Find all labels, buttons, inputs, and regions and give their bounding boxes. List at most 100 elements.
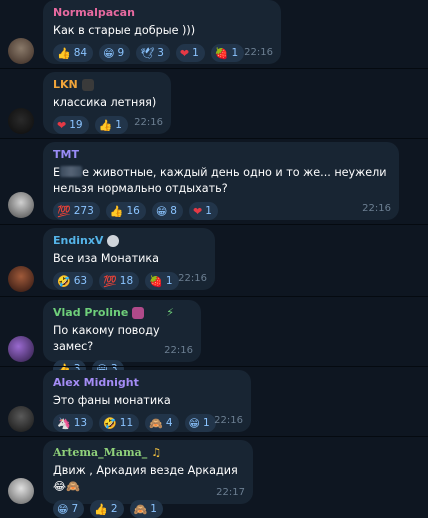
rofl-icon: 🤣 [57,274,71,288]
hundred-icon: 💯 [57,204,71,218]
emoji-status-icon [132,307,145,319]
reaction-thumbs-up[interactable]: 👍 2 [90,500,124,518]
message-bubble[interactable]: Artema_Mama_ ♫ Движ , Аркадия везде Аркад… [43,440,253,518]
reaction-thumbs-up[interactable]: 👍 84 [53,44,94,62]
message-text: классика летняя) [53,96,157,109]
sender-name-text: Vlad Proline [53,306,129,319]
reaction-grin[interactable]: 😁 1 [184,414,216,432]
sender-name[interactable]: EndinxV [53,234,205,248]
reactions-bar: 😁 7 👍 2 🙈 1 [53,500,243,518]
premium-badge-icon [107,235,120,247]
message-time: 22:16 [362,203,391,214]
sender-name[interactable]: Alex Midnight [53,376,241,390]
hundred-icon: 💯 [103,274,117,288]
heart-icon: ❤ [57,118,67,132]
spoiler-blur[interactable] [60,166,83,177]
reactions-bar: 💯 273 👍 16 😁 8 ❤ 1 [53,202,389,220]
see-no-evil-icon: 🙈 [149,416,163,430]
reaction-heart[interactable]: ❤ 1 [175,44,205,62]
divider [0,366,428,367]
message-bubble[interactable]: Normalpacan Как в старые добрые ))) 👍 84 … [43,0,281,64]
reactions-bar: 🦄 13 🤣 11 🙈 4 😁 1 [53,414,241,432]
grin-icon: 😁 [155,204,168,218]
message-text: Это фаны монатика [53,394,171,407]
message-time: 22:16 [214,415,243,426]
reaction-heart[interactable]: ❤ 1 [188,202,218,220]
sender-name[interactable]: Normalpacan [53,6,271,20]
reaction-thumbs-up[interactable]: 👍 1 [94,116,128,134]
avatar[interactable] [8,478,34,504]
sender-name-text: Artema_Mama_ [53,446,148,459]
reaction-rofl[interactable]: 🤣 11 [99,414,140,432]
divider [0,138,428,139]
music-note-icon: ♫ [151,446,162,459]
message-bubble[interactable]: TMT Ее животные, каждый день одно и то ж… [43,142,399,220]
message-row: EndinxV Все иза Монатика 🤣 63 💯 18 🍓 1 22:1… [0,226,428,294]
reaction-see-no-evil[interactable]: 🙈 4 [145,414,179,432]
message-row: LKN классика летняя) ❤ 19 👍 1 22:16 [0,70,428,138]
message-time: 22:16 [164,345,193,356]
reaction-strawberry[interactable]: 🍓 1 [145,272,179,290]
sender-name[interactable]: TMT [53,148,389,162]
reaction-unicorn[interactable]: 🦄 13 [53,414,94,432]
reaction-rofl[interactable]: 🤣 63 [53,272,94,290]
avatar[interactable] [8,336,34,362]
sender-name-text: LKN [53,78,78,91]
message-row: Alex Midnight Это фаны монатика 🦄 13 🤣 11 … [0,368,428,434]
heart-icon: ❤ [192,204,203,218]
reactions-bar: 👍 84 😁 9 🕊 3 ❤ 1 🍓 1 [53,44,271,62]
message-row: Normalpacan Как в старые добрые ))) 👍 84 … [0,0,428,66]
unicorn-icon: 🦄 [57,416,71,430]
reaction-grin[interactable]: 😁 8 [151,202,183,220]
grin-icon: 😁 [188,416,201,430]
reaction-grin[interactable]: 😁 7 [53,500,85,518]
heart-icon: ❤ [179,46,190,60]
sender-name-text: EndinxV [53,234,104,247]
reaction-hundred[interactable]: 💯 273 [53,202,100,220]
message-text: Движ , Аркадия везде Аркадия 😂🙈 [53,464,238,493]
avatar[interactable] [8,406,34,432]
message-row: TMT Ее животные, каждый день одно и то ж… [0,140,428,222]
message-bubble[interactable]: Vlad Proline ⚡ По какому поводу замес? 👍 3… [43,300,201,378]
message-bubble[interactable]: EndinxV Все иза Монатика 🤣 63 💯 18 🍓 1 22:1… [43,228,215,290]
reaction-dove[interactable]: 🕊 3 [136,44,170,62]
divider [0,436,428,437]
sticker-icon [81,79,94,91]
avatar[interactable] [8,108,34,134]
avatar[interactable] [8,266,34,292]
reaction-grin[interactable]: 😁 9 [99,44,131,62]
avatar[interactable] [8,192,34,218]
divider [0,224,428,225]
strawberry-icon: 🍓 [214,46,229,60]
message-text: Ее животные, каждый день одно и то же...… [53,166,387,195]
reaction-heart[interactable]: ❤ 19 [53,116,89,134]
lightning-icon: ⚡ [166,306,175,319]
message-time: 22:16 [178,273,207,284]
message-row: Artema_Mama_ ♫ Движ , Аркадия везде Аркад… [0,438,428,518]
sender-name[interactable]: Artema_Mama_ ♫ [53,446,243,460]
strawberry-icon: 🍓 [149,274,163,288]
thumbs-up-icon: 👍 [98,118,113,132]
divider [0,296,428,297]
message-time: 22:16 [244,47,273,58]
rofl-icon: 🤣 [103,416,117,430]
thumbs-up-icon: 👍 [109,204,124,218]
message-bubble[interactable]: LKN классика летняя) ❤ 19 👍 1 22:16 [43,72,171,134]
message-row: Vlad Proline ⚡ По какому поводу замес? 👍 3… [0,298,428,378]
reaction-see-no-evil[interactable]: 🙈 1 [129,500,163,518]
sender-name[interactable]: LKN [53,78,161,92]
avatar[interactable] [8,38,34,64]
thumbs-up-icon: 👍 [57,46,71,60]
reaction-hundred[interactable]: 💯 18 [99,272,140,290]
message-text: Как в старые добрые ))) [53,24,196,37]
message-bubble[interactable]: Alex Midnight Это фаны монатика 🦄 13 🤣 11 … [43,370,251,432]
message-time: 22:16 [134,117,163,128]
reaction-thumbs-up[interactable]: 👍 16 [105,202,146,220]
divider [0,68,428,69]
reaction-strawberry[interactable]: 🍓 1 [210,44,245,62]
dove-icon: 🕊 [140,46,155,60]
message-text: Все иза Монатика [53,252,159,265]
message-time: 22:17 [216,487,245,498]
grin-icon: 😁 [103,46,115,60]
sender-name[interactable]: Vlad Proline ⚡ [53,306,191,320]
